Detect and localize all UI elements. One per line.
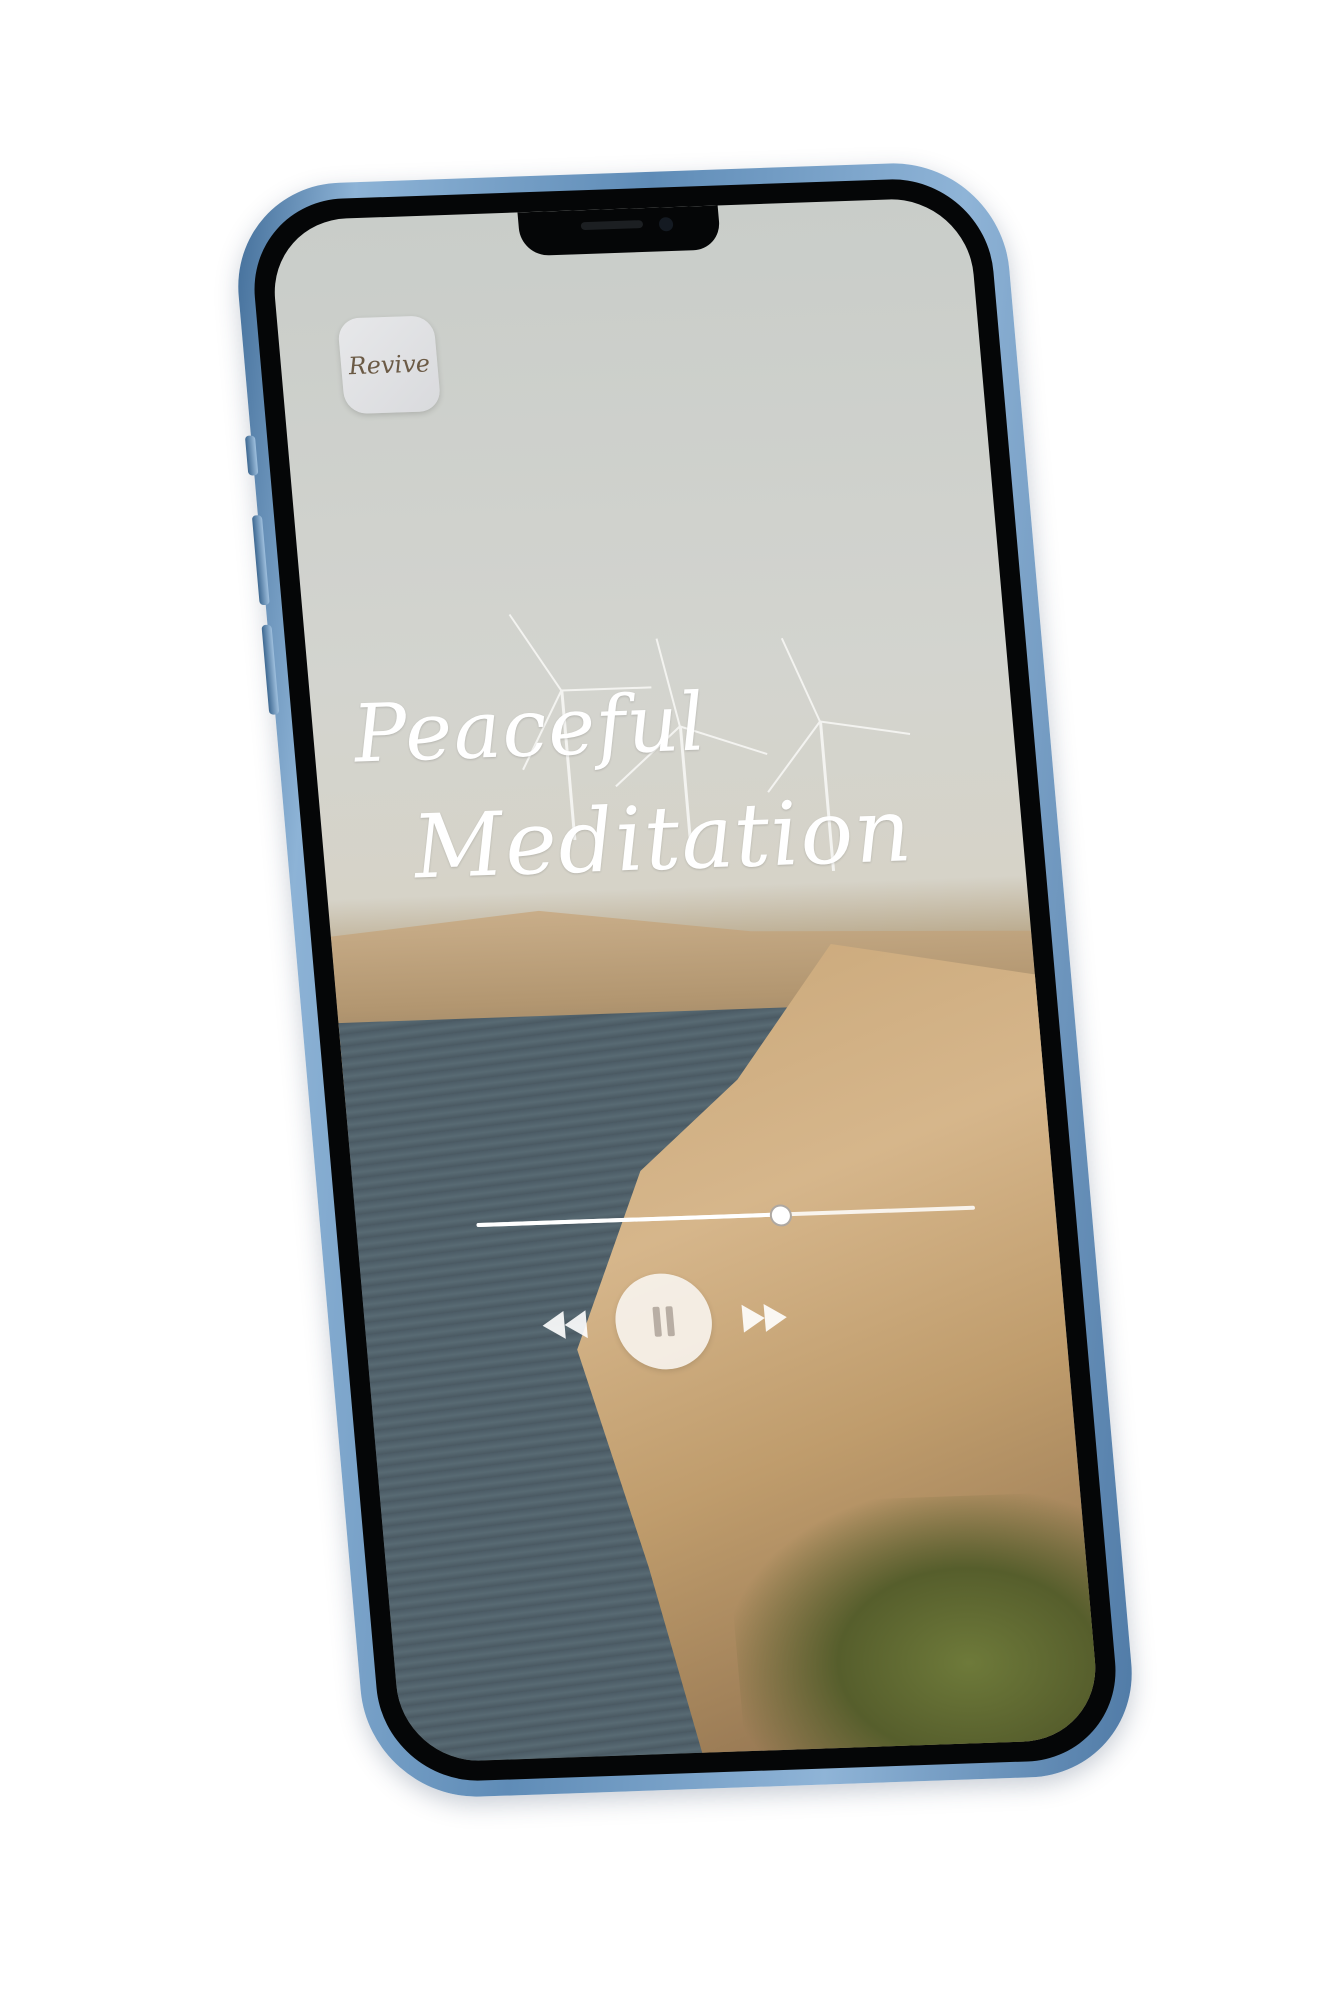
title-line-2: Meditation (408, 778, 916, 899)
app-logo[interactable]: Revive (337, 315, 442, 415)
camera-notch (517, 205, 722, 257)
rewind-button[interactable] (539, 1308, 590, 1342)
speaker-grille (580, 220, 644, 231)
front-camera (658, 217, 674, 232)
app-logo-text: Revive (347, 349, 432, 381)
rewind-icon (542, 1310, 588, 1339)
fast-forward-icon (741, 1304, 787, 1333)
pause-icon (652, 1306, 675, 1337)
title-line-1: Peaceful (349, 675, 710, 781)
mockup-stage: Revive Peaceful Meditation (0, 0, 1341, 2000)
app-screen: Revive Peaceful Meditation (268, 196, 1102, 1764)
phone-device: Revive Peaceful Meditation (229, 159, 1141, 1801)
pause-button[interactable] (611, 1271, 716, 1371)
fast-forward-button[interactable] (739, 1301, 790, 1335)
foreground-bush (723, 1491, 1102, 1764)
